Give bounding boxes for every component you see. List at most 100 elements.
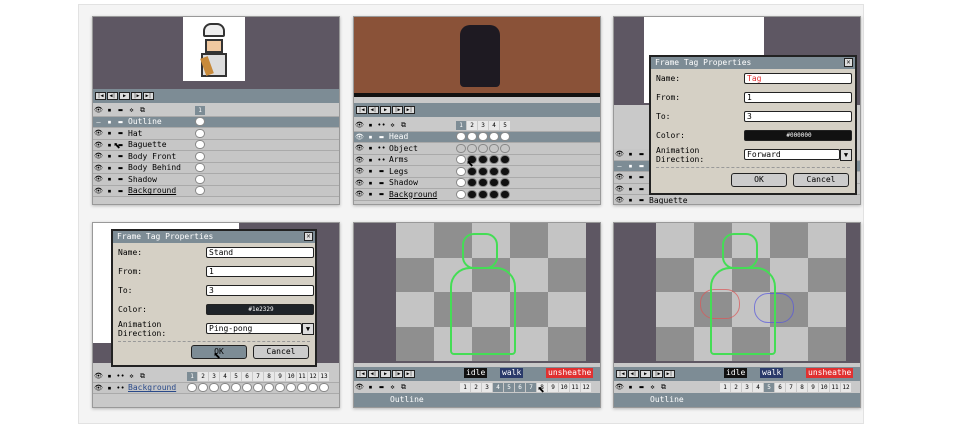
frame-header[interactable]: 1	[456, 120, 466, 130]
cel	[489, 132, 499, 142]
layer-toggle-icon: 👁	[94, 163, 103, 172]
layer-row[interactable]: 👁 ▪ ▬ Hat	[93, 128, 339, 140]
prev-frame-button[interactable]: ◀|	[368, 106, 379, 114]
cel[interactable]	[195, 174, 205, 184]
cel[interactable]	[195, 151, 205, 161]
layer-row[interactable]: 👁 ▪ ▬ Background	[93, 185, 339, 197]
frame-header[interactable]: 1	[195, 105, 205, 115]
eye-icon: 👁	[94, 106, 103, 115]
frame-header: 10	[819, 382, 829, 392]
name-input[interactable]: Tag	[744, 73, 852, 84]
chevron-down-icon[interactable]: ▼	[302, 322, 314, 335]
cel	[467, 143, 477, 153]
from-input[interactable]: 1	[744, 92, 852, 103]
ui-element: Animation Direction: Ping-pong ▼	[113, 319, 315, 338]
frame-header: 4	[493, 382, 503, 392]
close-icon[interactable]: ✕	[304, 232, 313, 241]
cancel-button[interactable]: Cancel	[793, 173, 849, 187]
from-input[interactable]: 1	[206, 266, 314, 277]
ui-element: |◀ ◀| ▶ |▶ ▶|	[616, 370, 675, 378]
frame-header: 12	[581, 382, 591, 392]
cel[interactable]	[195, 128, 205, 138]
layer-row[interactable]: 👁 ▪ ▬ Legs	[354, 166, 600, 178]
direction-select[interactable]: Forward	[744, 148, 840, 160]
tag-idle[interactable]: idle	[724, 368, 748, 378]
first-frame-button[interactable]: |◀	[95, 92, 106, 100]
color-button[interactable]: #000000	[744, 130, 852, 141]
frame-header[interactable]: 2	[467, 120, 477, 130]
ui-element	[396, 292, 434, 327]
layer-toggle-icon: ▪	[368, 190, 373, 199]
color-button[interactable]: #1e2329	[206, 304, 314, 315]
next-frame-button[interactable]: |▶	[392, 106, 403, 114]
play-button[interactable]: ▶	[640, 370, 651, 378]
layer-toggle-icon: ⧉	[661, 382, 666, 391]
layer-toggle-icon: ▬	[379, 132, 384, 141]
last-frame-button[interactable]: ▶|	[143, 92, 154, 100]
frame-header[interactable]: 5	[500, 120, 510, 130]
cel	[478, 178, 488, 188]
cel[interactable]	[195, 117, 205, 127]
layers-list: 👁 ▪ ▬ ✲ ⧉ 1 — ▪ ▬ Outline 👁 ▪ ▬ Hat 👁 ▪ ▬ Baguette 👁 ▪ ▬…	[93, 105, 339, 197]
frame-header: 2	[198, 371, 208, 381]
prev-frame-button[interactable]: ◀|	[628, 370, 639, 378]
first-frame-button[interactable]: |◀	[356, 106, 367, 114]
layer-row[interactable]: — ▪ ▬ Outline	[93, 116, 339, 128]
tag-unsheathe[interactable]: unsheathe	[546, 368, 594, 378]
cel[interactable]	[195, 140, 205, 150]
layer-row[interactable]: 👁 ▪ •• Background	[93, 382, 339, 394]
ok-button[interactable]: OK	[731, 173, 787, 187]
cel	[456, 166, 466, 176]
layer-name: Arms	[389, 155, 409, 165]
layer-toggle-icon: 👁	[615, 196, 624, 205]
cancel-button[interactable]: Cancel	[253, 345, 309, 359]
layer-row[interactable]: 👁 ▪ •• Object	[354, 143, 600, 155]
tag-walk[interactable]: walk	[760, 368, 784, 378]
next-frame-button[interactable]: |▶	[392, 370, 403, 378]
next-frame-button[interactable]: |▶	[131, 92, 142, 100]
layer-toggle-icon: ▬	[379, 167, 384, 176]
first-frame-button[interactable]: |◀	[616, 370, 627, 378]
layer-row[interactable]: 👁 ▪ ▬ Shadow	[354, 177, 600, 189]
ui-element: Color: #000000	[651, 126, 855, 145]
cel[interactable]	[195, 163, 205, 173]
last-frame-button[interactable]: ▶|	[664, 370, 675, 378]
layer-toggle-icon: ▪	[628, 150, 633, 159]
layer-row[interactable]: 👁 ▪ ▬ Head	[354, 131, 600, 143]
ui-element: From: 1	[651, 88, 855, 107]
layer-name: Head	[389, 132, 409, 142]
frame-header[interactable]: 3	[478, 120, 488, 130]
layer-row[interactable]: 👁 ▪ ▬ Body Behind	[93, 162, 339, 174]
layer-row[interactable]: 👁 ▪ ▬ Background	[354, 189, 600, 201]
last-frame-button[interactable]: ▶|	[404, 370, 415, 378]
tag-unsheathe[interactable]: unsheathe	[806, 368, 854, 378]
canvas-area	[354, 223, 600, 363]
prev-frame-button[interactable]: ◀|	[107, 92, 118, 100]
next-frame-button[interactable]: |▶	[652, 370, 663, 378]
name-input[interactable]: Stand	[206, 247, 314, 258]
last-frame-button[interactable]: ▶|	[404, 106, 415, 114]
ui-element	[396, 257, 434, 292]
layer-row[interactable]: 👁 ▪ ▬ Baguette	[614, 195, 860, 205]
play-button[interactable]: ▶	[380, 370, 391, 378]
play-button[interactable]: ▶	[119, 92, 130, 100]
prev-frame-button[interactable]: ◀|	[368, 370, 379, 378]
layer-row[interactable]: 👁 ▪ ▬ Body Front	[93, 151, 339, 163]
to-input[interactable]: 3	[744, 111, 852, 122]
frame-header: 10	[286, 371, 296, 381]
direction-select[interactable]: Ping-pong	[206, 322, 302, 334]
tag-walk[interactable]: walk	[500, 368, 524, 378]
play-button[interactable]: ▶	[380, 106, 391, 114]
close-icon[interactable]: ✕	[844, 58, 853, 67]
layer-row[interactable]: 👁 ▪ •• Arms	[354, 154, 600, 166]
layer-toggle-icon: ⧉	[401, 382, 406, 391]
tag-idle[interactable]: idle	[464, 368, 488, 378]
to-input[interactable]: 3	[206, 285, 314, 296]
layer-row[interactable]: 👁 ▪ ▬ Baguette	[93, 139, 339, 151]
cel[interactable]	[195, 186, 205, 196]
layer-row[interactable]: 👁 ▪ ▬ Shadow	[93, 174, 339, 186]
chevron-down-icon[interactable]: ▼	[840, 148, 852, 161]
frame-header[interactable]: 4	[489, 120, 499, 130]
cel	[478, 155, 488, 165]
first-frame-button[interactable]: |◀	[356, 370, 367, 378]
